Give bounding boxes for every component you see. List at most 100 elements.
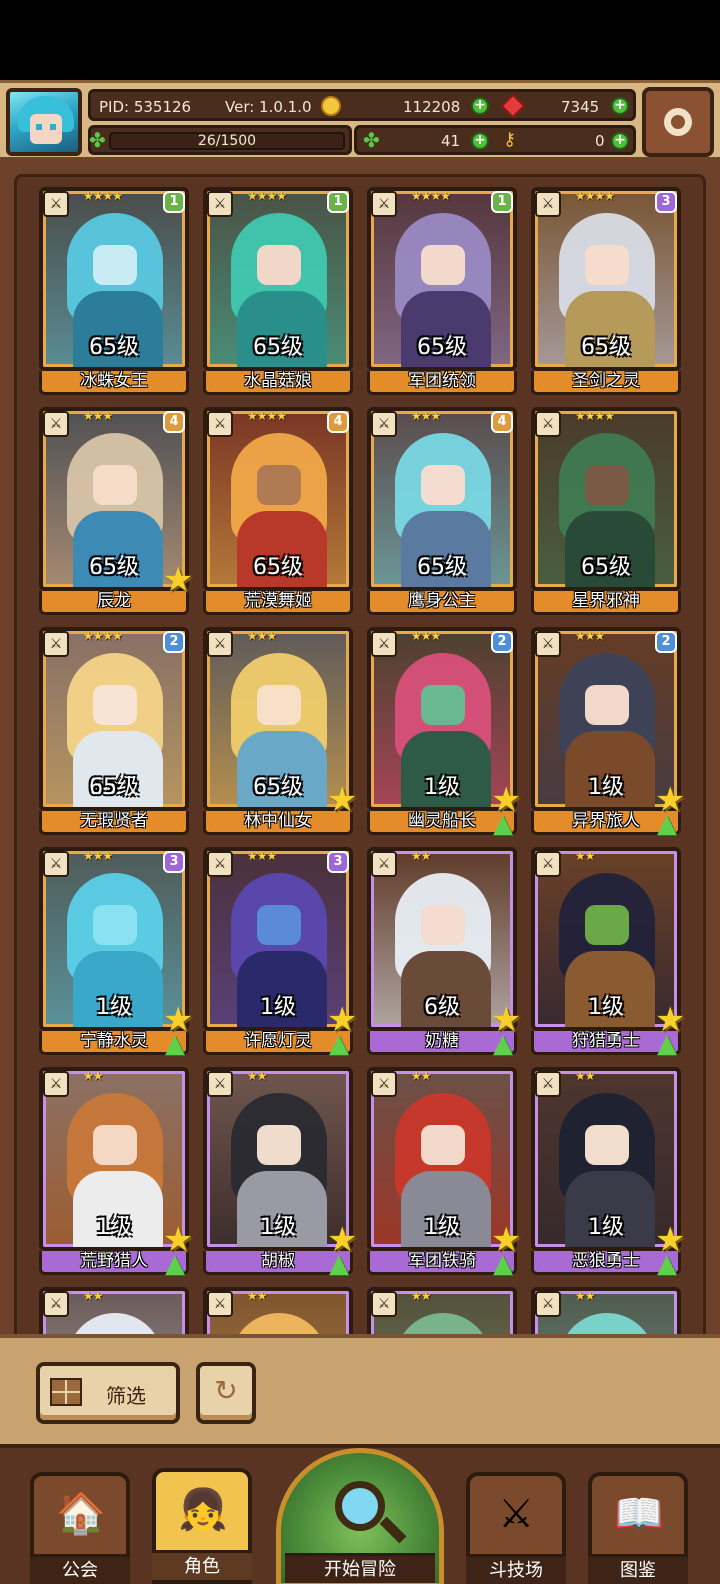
nav-guild[interactable]: 🏠 公会 — [30, 1472, 130, 1584]
rarity-stars: ★★ — [411, 1069, 431, 1083]
rank-badge: 2 — [163, 631, 185, 653]
character-grid[interactable]: ⚔ ★★★★ 1 65级 冰蛛女王 ⚔ ★★★★ 1 65级 水晶菇娘 ⚔ ★★★★ 1 65级 军团统领 ⚔… — [14, 174, 706, 1344]
nav-codex[interactable]: 📖 图鉴 — [588, 1472, 688, 1584]
character-level: 65级 — [581, 335, 631, 360]
guild-house-icon: 🏠 — [56, 1491, 106, 1537]
character-card[interactable]: ⚔ ★★ 1级 狩猎勇士 ★ ▲ — [531, 847, 685, 1057]
character-level: 65级 — [89, 335, 139, 360]
rarity-stars: ★★★★ — [247, 189, 287, 203]
character-card[interactable]: ⚔ ★★★ 4 65级 辰龙 ★ — [39, 407, 193, 615]
character-card[interactable]: ⚔ ★★★★ 1 65级 水晶菇娘 — [203, 187, 353, 395]
character-level: 65级 — [89, 775, 139, 800]
level-up-arrow-icon: ▲ — [493, 1249, 513, 1279]
clover-currency-icon: ✤ — [363, 128, 380, 152]
rarity-stars: ★★★ — [411, 409, 441, 423]
rarity-stars: ★★★★ — [83, 629, 123, 643]
key-amount: 0 — [595, 132, 605, 150]
rank-badge: 3 — [163, 851, 185, 873]
character-card[interactable]: ⚔ ★★★ 65级 林中仙女 ★ — [203, 627, 357, 835]
rarity-stars: ★★ — [247, 1289, 267, 1303]
experience-panel: ✤ 26/1500 — [88, 125, 352, 155]
character-card[interactable]: ⚔ ★★★★ 1 65级 军团统领 — [367, 187, 517, 395]
character-list-frame: ⚔ ★★★★ 1 65级 冰蛛女王 ⚔ ★★★★ 1 65级 水晶菇娘 ⚔ ★★★★ 1 65级 军团统领 ⚔… — [0, 160, 720, 1344]
class-type-icon: ⚔ — [207, 411, 233, 437]
rarity-stars: ★★ — [575, 1289, 595, 1303]
start-adventure-button[interactable]: 开始冒险 — [276, 1448, 444, 1584]
filter-label: 筛选 — [106, 1384, 146, 1408]
class-type-icon: ⚔ — [207, 1291, 233, 1317]
rank-badge: 3 — [655, 191, 677, 213]
character-card[interactable]: ⚔ ★★★★ 2 65级 无瑕贤者 — [39, 627, 189, 835]
magnifier-icon — [335, 1481, 385, 1531]
level-up-arrow-icon: ▲ — [657, 809, 677, 839]
star-upgrade-icon: ★ — [327, 780, 358, 820]
character-face-icon: 👧 — [178, 1487, 228, 1533]
class-type-icon: ⚔ — [535, 411, 561, 437]
gem-amount: 7345 — [561, 98, 600, 116]
add-clover-button[interactable]: + — [471, 132, 489, 150]
rank-badge: 4 — [491, 411, 513, 433]
rarity-stars: ★★ — [83, 1069, 103, 1083]
game-version: Ver: 1.0.1.0 — [225, 98, 312, 116]
character-name: 无瑕贤者 — [39, 811, 189, 835]
character-card[interactable]: ⚔ ★★★ 2 1级 幽灵船长 ★ ▲ — [367, 627, 521, 837]
nav-arena[interactable]: ⚔ 斗技场 — [466, 1472, 566, 1584]
grid-filter-icon — [50, 1378, 82, 1406]
red-gem-icon — [500, 93, 526, 119]
rarity-stars: ★★ — [411, 1289, 431, 1303]
class-type-icon: ⚔ — [535, 631, 561, 657]
filter-toolbar: 筛选 ↻ — [0, 1334, 720, 1444]
character-card[interactable]: ⚔ ★★ 1级 胡椒 ★ ▲ — [203, 1067, 357, 1277]
status-bar — [0, 0, 720, 80]
key-icon: ⚷ — [503, 129, 517, 150]
filter-button[interactable]: 筛选 — [36, 1362, 180, 1424]
class-type-icon: ⚔ — [43, 851, 69, 877]
character-card[interactable]: ⚔ ★★ 6级 奶糖 ★ ▲ — [367, 847, 521, 1057]
level-up-arrow-icon: ▲ — [657, 1029, 677, 1059]
rarity-stars: ★★ — [83, 1289, 103, 1303]
character-card[interactable]: ⚔ ★★★★ 1 65级 冰蛛女王 — [39, 187, 189, 395]
character-card[interactable]: ⚔ ★★★★ 4 65级 荒漠舞姬 — [203, 407, 353, 615]
character-card[interactable]: ⚔ ★★★★ 3 65级 圣剑之灵 — [531, 187, 681, 395]
class-type-icon: ⚔ — [371, 191, 397, 217]
rarity-stars: ★★★ — [575, 629, 605, 643]
class-type-icon: ⚔ — [535, 851, 561, 877]
add-gems-button[interactable]: + — [611, 97, 629, 115]
star-upgrade-icon: ★ — [163, 560, 194, 600]
rank-badge: 1 — [163, 191, 185, 213]
rarity-stars: ★★★ — [247, 629, 277, 643]
rank-badge: 4 — [327, 411, 349, 433]
rarity-stars: ★★★ — [83, 849, 113, 863]
class-type-icon: ⚔ — [535, 191, 561, 217]
character-card[interactable]: ⚔ ★★★★ 65级 星界邪神 — [531, 407, 681, 615]
rarity-stars: ★★ — [411, 849, 431, 863]
character-card[interactable]: ⚔ ★★★ 4 65级 鹰身公主 — [367, 407, 517, 615]
rank-badge: 2 — [655, 631, 677, 653]
crossed-swords-icon: ⚔ — [498, 1491, 534, 1537]
character-card[interactable]: ⚔ ★★ 1级 荒野猎人 ★ ▲ — [39, 1067, 193, 1277]
character-level: 65级 — [581, 555, 631, 580]
character-card[interactable]: ⚔ ★★ 1级 恶狼勇士 ★ ▲ — [531, 1067, 685, 1277]
rarity-stars: ★★★★ — [575, 189, 615, 203]
rank-badge: 2 — [491, 631, 513, 653]
character-name: 水晶菇娘 — [203, 371, 353, 395]
nav-characters[interactable]: 👧 角色 — [152, 1468, 252, 1584]
settings-gear-button[interactable] — [642, 87, 714, 157]
character-card[interactable]: ⚔ ★★★ 2 1级 异界旅人 ★ ▲ — [531, 627, 685, 837]
rarity-stars: ★★★★ — [83, 189, 123, 203]
class-type-icon: ⚔ — [43, 1291, 69, 1317]
class-type-icon: ⚔ — [371, 1291, 397, 1317]
class-type-icon: ⚔ — [371, 851, 397, 877]
character-card[interactable]: ⚔ ★★ 1级 军团铁骑 ★ ▲ — [367, 1067, 521, 1277]
add-key-button[interactable]: + — [611, 132, 629, 150]
refresh-button[interactable]: ↻ — [196, 1362, 256, 1424]
add-gold-button[interactable]: + — [471, 97, 489, 115]
class-type-icon: ⚔ — [43, 191, 69, 217]
character-card[interactable]: ⚔ ★★★ 3 1级 许愿灯灵 ★ ▲ — [203, 847, 357, 1057]
nav-codex-label: 图鉴 — [588, 1554, 688, 1584]
rarity-stars: ★★★ — [411, 629, 441, 643]
player-avatar[interactable] — [6, 88, 82, 156]
class-type-icon: ⚔ — [207, 1071, 233, 1097]
character-card[interactable]: ⚔ ★★★ 3 1级 宁静水灵 ★ ▲ — [39, 847, 193, 1057]
experience-bar: 26/1500 — [109, 132, 345, 150]
